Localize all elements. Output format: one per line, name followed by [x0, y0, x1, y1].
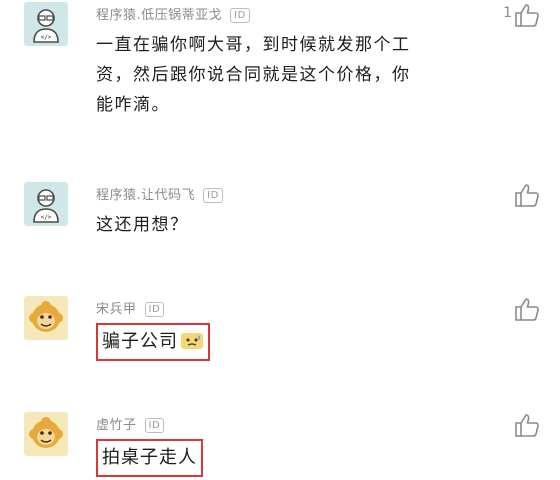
like-button[interactable] — [514, 412, 542, 438]
thumbs-up-icon — [515, 4, 539, 27]
coder-avatar[interactable]: </> — [24, 2, 68, 46]
comment-body: 一直在骗你啊大哥，到时候就发那个工 资，然后跟你说合同就是这个价格，你 能咋滴。 — [96, 30, 411, 120]
thumbs-up-icon — [515, 184, 539, 207]
like-button[interactable] — [514, 182, 542, 208]
id-badge: ID — [203, 188, 223, 203]
comment-body: 拍桌子走人 — [96, 439, 203, 477]
svg-text:</>: </> — [41, 34, 52, 41]
comment-text: 拍桌子走人 — [102, 447, 197, 468]
highlight-box: 拍桌子走人 — [96, 439, 203, 477]
comment-body: 骗子公司 — [96, 323, 210, 361]
comment-body: 这还用想？ — [96, 215, 189, 235]
username-text: 宋兵甲 — [96, 302, 137, 317]
thumbs-up-icon — [515, 414, 539, 437]
comment-username[interactable]: 程序猿.让代码飞 ID — [96, 184, 223, 203]
like-count: 1 — [503, 5, 512, 21]
coder-avatar[interactable]: </> — [24, 182, 68, 226]
comment-text: 骗子公司 — [102, 331, 178, 352]
thumbs-up-icon — [515, 298, 539, 321]
id-badge: ID — [230, 8, 250, 23]
highlight-box: 骗子公司 — [96, 323, 210, 361]
id-badge: ID — [144, 418, 165, 433]
coder-avatar-icon: </> — [33, 9, 59, 43]
monkey-avatar-icon — [29, 417, 63, 448]
sweat-emoji-icon — [180, 331, 204, 351]
comment-username[interactable]: 虚竹子 ID — [96, 414, 165, 433]
like-button[interactable] — [514, 296, 542, 322]
svg-text:</>: </> — [41, 214, 52, 221]
monkey-avatar[interactable] — [24, 412, 68, 456]
comment-username[interactable]: 程序猿.低压锅蒂亚戈 ID — [96, 4, 250, 23]
comment-line: 资，然后跟你说合同就是这个价格，你 — [96, 65, 411, 85]
username-text: 程序猿.让代码飞 — [96, 188, 196, 203]
coder-avatar-icon: </> — [33, 189, 59, 223]
comment-line: 一直在骗你啊大哥，到时候就发那个工 — [96, 35, 411, 55]
like-button[interactable] — [514, 2, 542, 28]
comment-username[interactable]: 宋兵甲 ID — [96, 298, 165, 317]
monkey-avatar-icon — [29, 301, 63, 332]
username-text: 程序猿.低压锅蒂亚戈 — [96, 8, 223, 23]
id-badge: ID — [144, 302, 165, 317]
monkey-avatar[interactable] — [24, 296, 68, 340]
comment-line: 能咋滴。 — [96, 95, 170, 115]
username-text: 虚竹子 — [96, 418, 137, 433]
